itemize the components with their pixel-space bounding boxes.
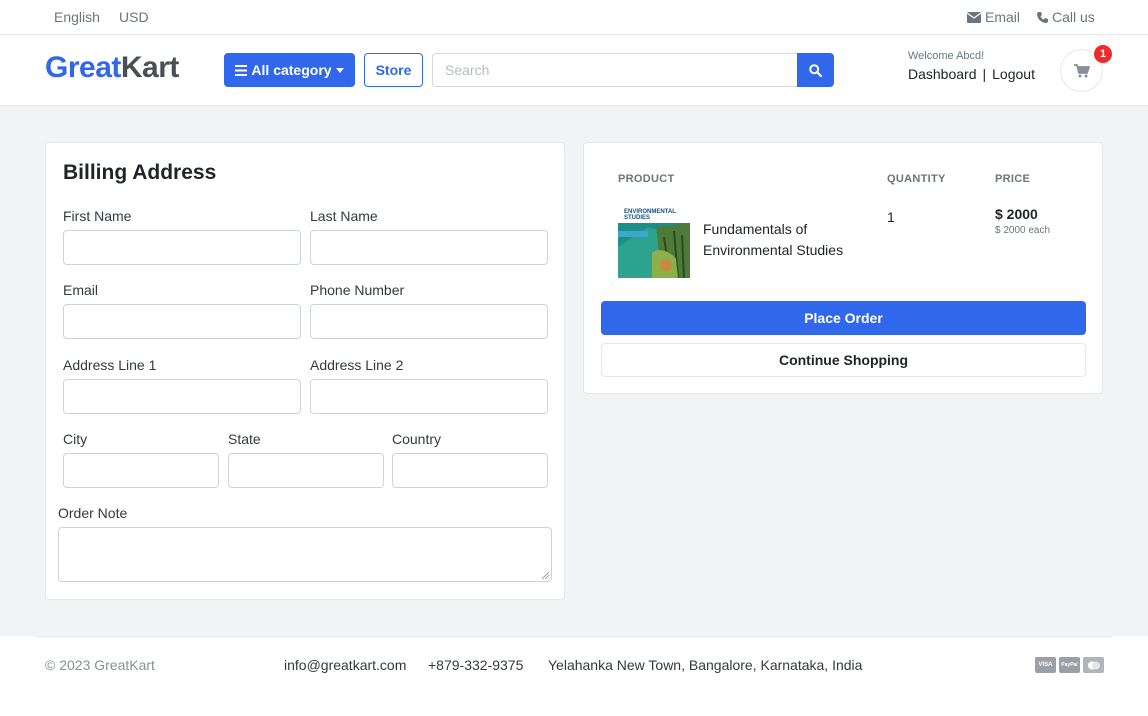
quantity-header: QUANTITY [887, 173, 946, 185]
paypal-icon: PayPal [1059, 657, 1080, 673]
address-line-2-label: Address Line 2 [310, 357, 404, 373]
resize-handle-icon[interactable] [542, 572, 549, 579]
address-line-1-input[interactable] [63, 379, 301, 414]
product-quantity: 1 [887, 209, 895, 225]
logo[interactable]: GreatKart [45, 51, 179, 85]
all-category-button[interactable]: All category [224, 53, 355, 87]
place-order-button[interactable]: Place Order [601, 301, 1086, 335]
product-name[interactable]: Fundamentals of Environmental Studies [703, 219, 863, 261]
logout-link[interactable]: Logout [992, 66, 1035, 82]
address-line-2-input[interactable] [310, 379, 548, 414]
caret-down-icon [335, 67, 344, 73]
currency-selector[interactable]: USD [119, 9, 149, 25]
dashboard-link[interactable]: Dashboard [908, 66, 977, 82]
search-button[interactable] [797, 53, 834, 87]
copyright-text: © 2023 GreatKart [45, 657, 155, 673]
email-link-label: Email [985, 9, 1021, 25]
continue-shopping-button[interactable]: Continue Shopping [601, 343, 1086, 377]
phone-label: Phone Number [310, 282, 405, 298]
phone-icon [1037, 11, 1048, 23]
book-cover-title: ENVIRONMENTAL STUDIES [624, 209, 676, 221]
order-note-textarea[interactable] [58, 527, 552, 582]
mastercard-icon [1083, 657, 1104, 673]
email-label: Email [63, 282, 99, 298]
footer-email[interactable]: info@greatkart.com [284, 657, 406, 673]
call-link-label: Call us [1052, 9, 1095, 25]
menu-icon [235, 64, 248, 76]
welcome-text: Welcome Abcd! [908, 50, 985, 62]
email-input[interactable] [63, 304, 301, 339]
product-header: PRODUCT [618, 173, 675, 185]
language-selector[interactable]: English [54, 9, 100, 25]
cart-icon [1073, 63, 1090, 77]
billing-card: Billing Address First Name Last Name Ema… [45, 142, 565, 600]
first-name-label: First Name [63, 208, 132, 224]
search-icon [809, 63, 822, 77]
header: GreatKart All category Store Welcome Abc… [0, 35, 1148, 106]
store-button[interactable]: Store [364, 53, 423, 87]
product-price: $ 2000 [995, 206, 1038, 222]
product-unit-price: $ 2000 each [995, 225, 1051, 236]
separator: | [982, 66, 987, 82]
visa-icon: VISA [1035, 657, 1056, 673]
cart-count-badge: 1 [1094, 45, 1112, 63]
last-name-label: Last Name [310, 208, 378, 224]
state-label: State [228, 431, 261, 447]
footer: © 2023 GreatKart info@greatkart.com +879… [0, 636, 1148, 716]
top-bar: English USD Email Call us [0, 0, 1148, 35]
phone-input[interactable] [310, 304, 548, 339]
billing-title: Billing Address [63, 161, 217, 184]
email-link[interactable]: Email [967, 9, 1020, 25]
state-input[interactable] [228, 453, 384, 488]
first-name-input[interactable] [63, 230, 301, 265]
country-input[interactable] [392, 453, 548, 488]
price-header: PRICE [995, 173, 1031, 185]
envelope-icon [967, 11, 981, 23]
all-category-label: All category [251, 62, 332, 78]
checkout-section: Billing Address First Name Last Name Ema… [0, 106, 1148, 636]
address-line-1-label: Address Line 1 [63, 357, 157, 373]
order-summary-card: PRODUCT QUANTITY PRICE ENVIRONMENTAL STU… [583, 142, 1103, 394]
footer-divider [36, 636, 1112, 637]
city-label: City [63, 431, 88, 447]
call-link[interactable]: Call us [1037, 9, 1095, 25]
mastercard-circles [1087, 661, 1100, 669]
last-name-input[interactable] [310, 230, 548, 265]
footer-address: Yelahanka New Town, Bangalore, Karnataka… [548, 657, 863, 673]
footer-phone[interactable]: +879-332-9375 [428, 657, 523, 673]
search-input[interactable] [432, 53, 798, 87]
product-image[interactable]: ENVIRONMENTAL STUDIES [618, 207, 690, 278]
order-note-label: Order Note [58, 505, 128, 521]
city-input[interactable] [63, 453, 219, 488]
account-links: Dashboard | Logout [908, 66, 1035, 82]
country-label: Country [392, 431, 442, 447]
